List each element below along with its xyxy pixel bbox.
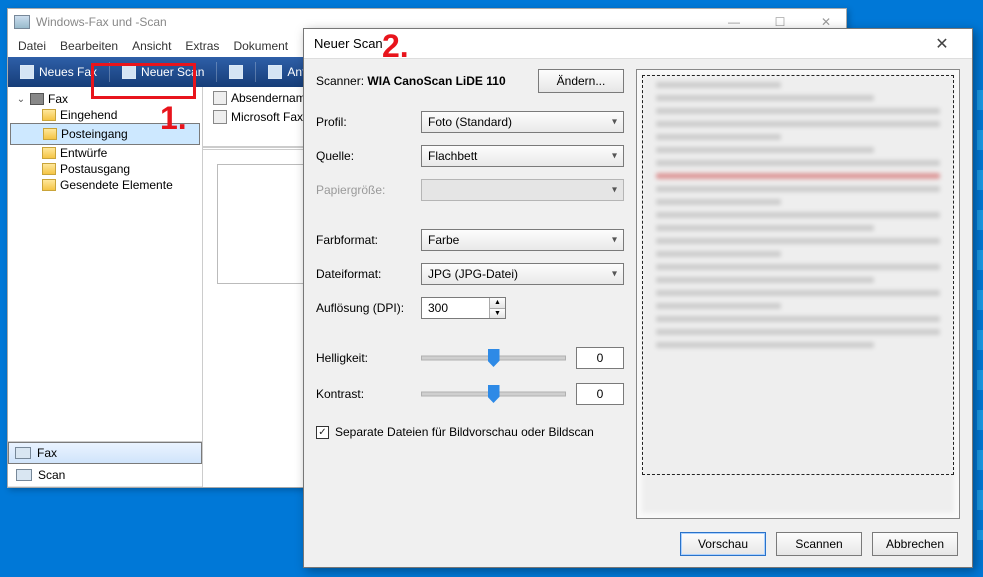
- folder-icon: [42, 179, 56, 191]
- reply-icon: [268, 65, 282, 79]
- fax-icon: [20, 65, 34, 79]
- source-select[interactable]: Flachbett▾: [421, 145, 624, 167]
- maximize-button[interactable]: ☐: [766, 15, 794, 29]
- close-button[interactable]: ✕: [812, 15, 840, 29]
- chevron-down-icon: ▾: [612, 269, 617, 280]
- menu-datei[interactable]: Datei: [18, 39, 46, 53]
- menu-extras[interactable]: Extras: [185, 39, 219, 53]
- change-scanner-button[interactable]: Ändern...: [538, 69, 624, 93]
- minimize-button[interactable]: —: [720, 15, 748, 29]
- cancel-button[interactable]: Abbrechen: [872, 532, 958, 556]
- toolbar-extra-1[interactable]: [221, 62, 251, 82]
- sidebar-tab-fax[interactable]: Fax: [8, 442, 202, 464]
- brightness-value[interactable]: 0: [576, 347, 624, 369]
- printer-icon: [30, 93, 44, 105]
- slider-thumb[interactable]: [488, 385, 500, 403]
- profile-label: Profil:: [316, 115, 421, 129]
- column-icon: [213, 110, 227, 124]
- column-icon: [213, 91, 227, 105]
- spin-up-icon[interactable]: ▲: [490, 298, 505, 309]
- folder-icon: [42, 109, 56, 121]
- scanner-label: Scanner: WIA CanoScan LiDE 110: [316, 74, 506, 88]
- chevron-down-icon: ▾: [612, 185, 617, 196]
- annotation-1-label: 1.: [160, 100, 187, 137]
- folder-icon: [43, 128, 57, 140]
- contrast-value[interactable]: 0: [576, 383, 624, 405]
- scan-button[interactable]: Scannen: [776, 532, 862, 556]
- menu-ansicht[interactable]: Ansicht: [132, 39, 171, 53]
- sidebar-tab-scan[interactable]: Scan: [8, 464, 202, 487]
- fax-icon: [15, 447, 31, 459]
- dialog-close-button[interactable]: ✕: [922, 34, 962, 54]
- source-label: Quelle:: [316, 149, 421, 163]
- scanner-icon: [16, 469, 32, 481]
- col-microsoft-fax[interactable]: Microsoft Fax: [209, 108, 307, 126]
- crop-selection[interactable]: [642, 75, 954, 475]
- dialog-footer: Vorschau Scannen Abbrechen: [304, 521, 972, 567]
- colorformat-label: Farbformat:: [316, 233, 421, 247]
- tree-item-gesendete[interactable]: Gesendete Elemente: [10, 177, 200, 193]
- col-absendername[interactable]: Absendername: [209, 89, 316, 107]
- sidebar-tabs: Fax Scan: [8, 441, 203, 487]
- separate-files-checkbox[interactable]: ✓: [316, 426, 329, 439]
- folder-icon: [42, 163, 56, 175]
- brightness-label: Helligkeit:: [316, 351, 421, 365]
- chevron-down-icon: ▾: [612, 235, 617, 246]
- chevron-down-icon: ▾: [612, 151, 617, 162]
- new-scan-dialog: Neuer Scan ✕ Scanner: WIA CanoScan LiDE …: [303, 28, 973, 568]
- annotation-1-box: [91, 63, 196, 99]
- dpi-input[interactable]: 300 ▲▼: [421, 297, 506, 319]
- preview-button[interactable]: Vorschau: [680, 532, 766, 556]
- profile-select[interactable]: Foto (Standard)▾: [421, 111, 624, 133]
- fileformat-select[interactable]: JPG (JPG-Datei)▾: [421, 263, 624, 285]
- colorformat-select[interactable]: Farbe▾: [421, 229, 624, 251]
- folder-tree: ⌄Fax Eingehend Posteingang Entwürfe Post…: [8, 87, 203, 487]
- folder-icon: [42, 147, 56, 159]
- app-icon: [14, 15, 30, 29]
- separator: [255, 62, 256, 82]
- brightness-slider[interactable]: [421, 349, 566, 367]
- dialog-title: Neuer Scan: [314, 36, 383, 51]
- tree-item-entwuerfe[interactable]: Entwürfe: [10, 145, 200, 161]
- dpi-label: Auflösung (DPI):: [316, 301, 421, 315]
- menu-bearbeiten[interactable]: Bearbeiten: [60, 39, 118, 53]
- separate-files-label: Separate Dateien für Bildvorschau oder B…: [335, 425, 594, 439]
- tree-item-postausgang[interactable]: Postausgang: [10, 161, 200, 177]
- chevron-down-icon: ▾: [612, 117, 617, 128]
- fileformat-label: Dateiformat:: [316, 267, 421, 281]
- papersize-label: Papiergröße:: [316, 183, 421, 197]
- menu-dokument[interactable]: Dokument: [233, 39, 288, 53]
- document-preview: [217, 164, 307, 284]
- main-title: Windows-Fax und -Scan: [36, 15, 167, 29]
- separator: [216, 62, 217, 82]
- scan-preview-area[interactable]: [636, 69, 960, 519]
- papersize-select: ▾: [421, 179, 624, 201]
- contrast-slider[interactable]: [421, 385, 566, 403]
- dpi-spinner[interactable]: ▲▼: [489, 298, 505, 318]
- generic-icon: [229, 65, 243, 79]
- slider-thumb[interactable]: [488, 349, 500, 367]
- annotation-2-label: 2.: [382, 28, 409, 65]
- spin-down-icon[interactable]: ▼: [490, 309, 505, 319]
- contrast-label: Kontrast:: [316, 387, 421, 401]
